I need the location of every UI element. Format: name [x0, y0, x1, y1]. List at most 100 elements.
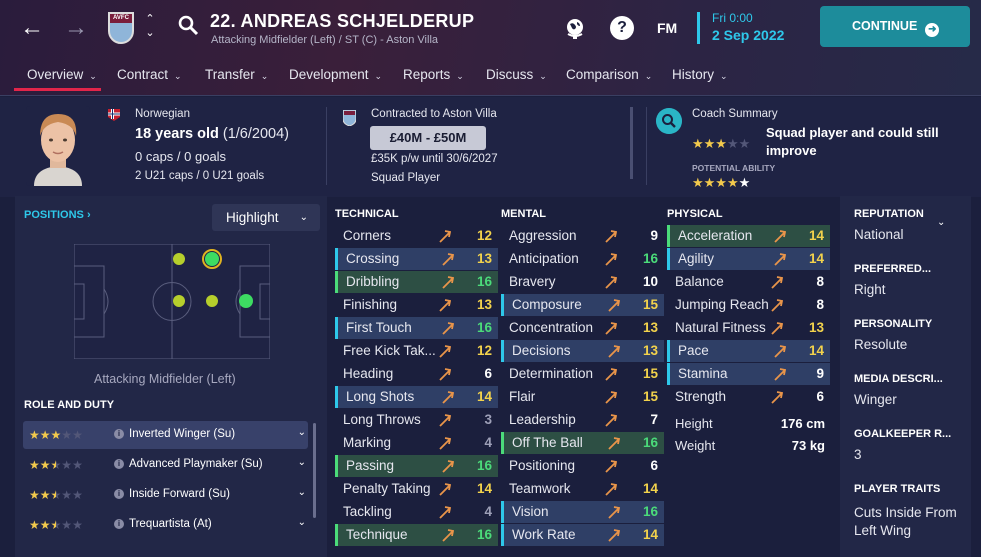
attribute-name: Off The Ball — [512, 435, 583, 450]
attribute-row[interactable]: Determination 15 — [501, 363, 664, 385]
coach-search-icon[interactable] — [656, 108, 682, 134]
tab-label: Development — [289, 67, 369, 82]
progress-arrow-icon — [439, 413, 452, 427]
tab-history[interactable]: History ⌄ — [672, 67, 728, 82]
attribute-row[interactable]: Jumping Reach 8 — [667, 294, 830, 316]
info-icon[interactable]: i — [114, 459, 124, 469]
attribute-row[interactable]: Flair 15 — [501, 386, 664, 408]
info-icon[interactable]: i — [114, 519, 124, 529]
attribute-row[interactable]: Strength 6 — [667, 386, 830, 408]
scrollbar[interactable] — [630, 107, 633, 179]
u21-caps: 2 U21 caps / 0 U21 goals — [135, 170, 265, 182]
chevron-down-icon[interactable]: ⌄ — [298, 517, 306, 528]
attribute-name: Dribbling — [346, 274, 400, 289]
tab-label: Discuss — [486, 67, 534, 82]
attribute-name: Aggression — [509, 228, 577, 243]
date-of-birth: (1/6/2004) — [222, 126, 289, 142]
attribute-row[interactable]: Dribbling 16 — [335, 271, 498, 293]
attribute-row[interactable]: Technique 16 — [335, 524, 498, 546]
attribute-row[interactable]: Tackling 4 — [335, 501, 498, 523]
attribute-row[interactable]: Passing 16 — [335, 455, 498, 477]
attribute-value: 6 — [650, 458, 658, 473]
attribute-value: 14 — [642, 481, 658, 496]
attribute-name: Tackling — [343, 504, 392, 519]
attribute-row[interactable]: Stamina 9 — [667, 363, 830, 385]
role-row[interactable]: ★★★★★ i Inside Forward (Su) ⌄ — [23, 481, 308, 509]
tab-comparison[interactable]: Comparison ⌄ — [566, 67, 652, 82]
attribute-row[interactable]: Off The Ball 16 — [501, 432, 664, 454]
highlight-label: Highlight — [226, 210, 279, 225]
role-row[interactable]: ★★★★★ i Advanced Playmaker (Su) ⌄ — [23, 451, 308, 479]
contract-club: Contracted to Aston Villa — [371, 108, 497, 120]
tab-reports[interactable]: Reports ⌄ — [403, 67, 464, 82]
attribute-value: 14 — [808, 343, 824, 358]
attribute-value: 7 — [650, 412, 658, 427]
attribute-row[interactable]: Balance 8 — [667, 271, 830, 293]
attribute-row[interactable]: Leadership 7 — [501, 409, 664, 431]
progress-arrow-icon — [605, 413, 618, 427]
chevron-down-icon[interactable]: ⌄ — [298, 487, 306, 498]
positions-link[interactable]: POSITIONS › — [24, 209, 91, 221]
tab-discuss[interactable]: Discuss ⌄ — [486, 67, 547, 82]
attribute-row[interactable]: Long Throws 3 — [335, 409, 498, 431]
tab-overview[interactable]: Overview ⌄ — [27, 67, 97, 82]
attribute-name: Acceleration — [678, 228, 753, 243]
attribute-value: 15 — [642, 366, 658, 381]
search-icon[interactable] — [178, 14, 200, 38]
attribute-row[interactable]: Crossing 13 — [335, 248, 498, 270]
attribute-row[interactable]: Concentration 13 — [501, 317, 664, 339]
attribute-row[interactable]: Agility 14 — [667, 248, 830, 270]
attribute-row[interactable]: Work Rate 14 — [501, 524, 664, 546]
back-arrow-icon[interactable]: ← — [20, 16, 44, 40]
tab-development[interactable]: Development ⌄ — [289, 67, 382, 82]
attribute-row[interactable]: Long Shots 14 — [335, 386, 498, 408]
reputation-header: REPUTATION — [854, 208, 924, 220]
forward-arrow-icon[interactable]: → — [64, 16, 88, 40]
attribute-row[interactable]: Free Kick Tak... 12 — [335, 340, 498, 362]
attribute-row[interactable]: Penalty Taking 14 — [335, 478, 498, 500]
attribute-row[interactable]: Decisions 13 — [501, 340, 664, 362]
attribute-row[interactable]: Composure 15 — [501, 294, 664, 316]
tab-label: Overview — [27, 67, 84, 82]
help-icon[interactable]: ? — [610, 16, 634, 40]
chevron-down-icon[interactable]: ⌄ — [298, 457, 306, 468]
continue-button[interactable]: CONTINUE ➜ — [820, 6, 970, 47]
fm-logo[interactable]: FM — [657, 16, 687, 40]
attribute-row[interactable]: Positioning 6 — [501, 455, 664, 477]
arrow-right-icon: ➜ — [925, 23, 940, 37]
highlight-dropdown[interactable]: Highlight ⌄ — [212, 204, 320, 231]
attribute-name: Determination — [509, 366, 594, 381]
attribute-row[interactable]: Vision 16 — [501, 501, 664, 523]
chevron-down-icon[interactable]: ⌄ — [298, 427, 306, 438]
tab-contract[interactable]: Contract ⌄ — [117, 67, 182, 82]
attribute-row[interactable]: Anticipation 16 — [501, 248, 664, 270]
role-row[interactable]: ★★★★★ i Trequartista (At) ⌄ — [23, 511, 308, 539]
club-crest-icon[interactable]: AVFC — [108, 12, 134, 44]
attribute-value: 8 — [816, 274, 824, 289]
attribute-row[interactable]: Pace 14 — [667, 340, 830, 362]
transfer-value-badge[interactable]: £40M - £50M — [370, 126, 486, 150]
attribute-name: Marking — [343, 435, 392, 450]
attribute-name: Stamina — [678, 366, 728, 381]
globe-icon[interactable] — [563, 16, 587, 40]
scrollbar[interactable] — [313, 423, 316, 518]
player-switch-arrows-icon[interactable]: ⌃ ⌄ — [143, 12, 157, 40]
tab-transfer[interactable]: Transfer ⌄ — [205, 67, 268, 82]
info-icon[interactable]: i — [114, 429, 124, 439]
attribute-row[interactable]: Bravery 10 — [501, 271, 664, 293]
attribute-row[interactable]: Teamwork 14 — [501, 478, 664, 500]
position-dot — [206, 295, 218, 307]
attribute-row[interactable]: Acceleration 14 — [667, 225, 830, 247]
attribute-row[interactable]: Aggression 9 — [501, 225, 664, 247]
attribute-row[interactable]: First Touch 16 — [335, 317, 498, 339]
attribute-value: 14 — [476, 389, 492, 404]
attribute-row[interactable]: Natural Fitness 13 — [667, 317, 830, 339]
progress-arrow-icon — [771, 321, 784, 335]
attribute-row[interactable]: Marking 4 — [335, 432, 498, 454]
attribute-row[interactable]: Finishing 13 — [335, 294, 498, 316]
attribute-row[interactable]: Corners 12 — [335, 225, 498, 247]
role-row[interactable]: ★★★★★ i Inverted Winger (Su) ⌄ — [23, 421, 308, 449]
tab-bar: Overview ⌄ Contract ⌄ Transfer ⌄ Developmen… — [0, 62, 981, 96]
info-icon[interactable]: i — [114, 489, 124, 499]
attribute-row[interactable]: Heading 6 — [335, 363, 498, 385]
